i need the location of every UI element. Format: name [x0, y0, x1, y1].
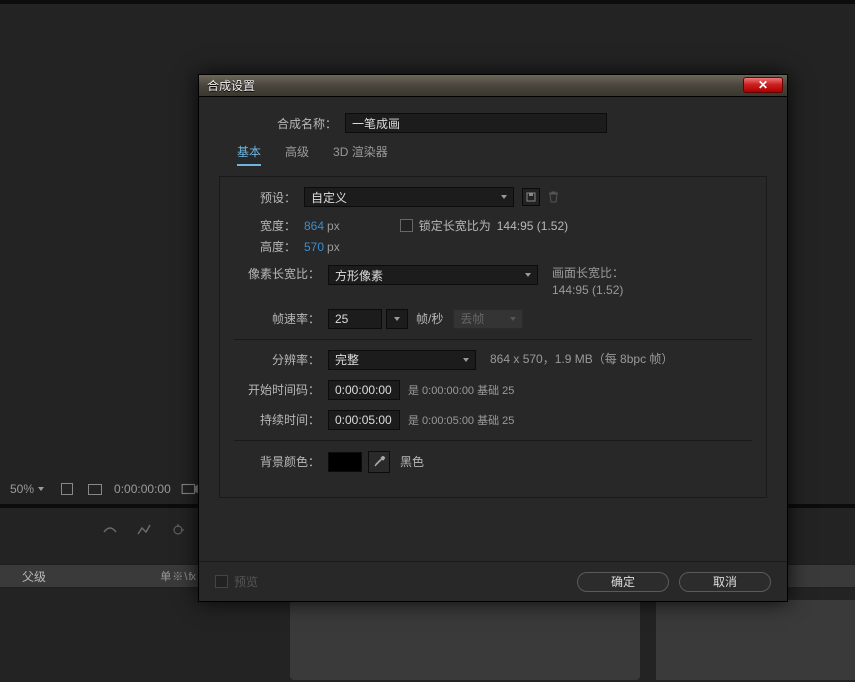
comp-name-input[interactable]	[345, 113, 607, 133]
preview-checkbox	[215, 575, 228, 588]
par-dropdown[interactable]: 方形像素	[328, 265, 538, 285]
tab-basic[interactable]: 基本	[237, 143, 261, 166]
tab-bar: 基本 高级 3D 渲染器	[237, 143, 767, 166]
bgcolor-name: 黑色	[400, 453, 424, 470]
shy-icon[interactable]	[102, 522, 118, 541]
motion-blur-icon[interactable]	[170, 522, 186, 541]
resolution-value: 完整	[335, 351, 359, 368]
height-label: 高度：	[234, 238, 304, 255]
start-timecode-input[interactable]	[328, 380, 400, 400]
lock-aspect-checkbox[interactable]	[400, 219, 413, 232]
tab-advanced[interactable]: 高级	[285, 143, 309, 166]
delete-preset-button[interactable]	[544, 188, 562, 206]
resolution-label: 分辨率：	[234, 351, 328, 368]
eyedropper-button[interactable]	[368, 451, 390, 473]
preset-label: 预设：	[234, 189, 304, 206]
frame-aspect-value: 144:95 (1.52)	[552, 282, 624, 299]
duration-label: 持续时间：	[234, 411, 328, 428]
tab-3d-renderer[interactable]: 3D 渲染器	[333, 143, 388, 166]
chevron-down-icon	[510, 317, 516, 321]
zoom-dropdown[interactable]: 50%	[6, 480, 48, 498]
camera-options-icon[interactable]	[181, 480, 199, 498]
start-timecode-label: 开始时间码：	[234, 381, 328, 398]
resolution-info: 864 x 570，1.9 MB（每 8bpc 帧）	[490, 351, 673, 368]
height-unit: px	[327, 240, 340, 254]
preview-checkbox-row: 预览	[215, 573, 258, 590]
framerate-unit: 帧/秒	[416, 310, 443, 327]
separator	[234, 339, 752, 340]
frame-aspect-info: 画面长宽比： 144:95 (1.52)	[552, 265, 624, 299]
preset-dropdown[interactable]: 自定义	[304, 187, 514, 207]
duration-input[interactable]	[328, 410, 400, 430]
dialog-title: 合成设置	[207, 77, 255, 94]
graph-icon[interactable]	[136, 522, 152, 541]
chevron-down-icon	[501, 195, 507, 199]
preset-value: 自定义	[311, 189, 347, 206]
framerate-dropdown-button[interactable]	[386, 309, 408, 329]
frame-aspect-label: 画面长宽比：	[552, 265, 624, 282]
width-unit: px	[327, 219, 340, 233]
bgcolor-swatch[interactable]	[328, 452, 362, 472]
roi-icon[interactable]	[58, 480, 76, 498]
height-input[interactable]: 570	[304, 240, 324, 254]
preview-right-panel	[656, 600, 855, 680]
dialog-titlebar[interactable]: 合成设置 ✕	[199, 75, 787, 97]
close-button[interactable]: ✕	[743, 77, 783, 93]
framerate-input[interactable]	[328, 309, 382, 329]
dialog-body: 合成名称： 基本 高级 3D 渲染器 预设： 自定义	[199, 97, 787, 601]
chevron-down-icon	[394, 317, 400, 321]
preview-label: 预览	[234, 573, 258, 590]
parent-column-header[interactable]: 父级	[22, 568, 46, 585]
comp-name-label: 合成名称：	[219, 115, 345, 132]
par-label: 像素长宽比：	[234, 265, 328, 282]
composition-settings-dialog: 合成设置 ✕ 合成名称： 基本 高级 3D 渲染器 预设： 自定义	[198, 74, 788, 602]
width-input[interactable]: 864	[304, 219, 324, 233]
snapshot-icon[interactable]	[86, 480, 104, 498]
app-background: 50% 0:00:00:00 父级 单 ※ \ fx	[0, 0, 855, 682]
basic-tab-panel: 预设： 自定义 宽度： 864 px	[219, 176, 767, 498]
framerate-label: 帧速率：	[234, 310, 328, 327]
chevron-down-icon	[463, 358, 469, 362]
separator	[234, 440, 752, 441]
cancel-button[interactable]: 取消	[679, 572, 771, 592]
par-value: 方形像素	[335, 267, 383, 284]
preview-content-blob	[530, 596, 640, 636]
save-preset-button[interactable]	[522, 188, 540, 206]
width-label: 宽度：	[234, 217, 304, 234]
chevron-down-icon	[38, 487, 44, 491]
lock-aspect-ratio: 144:95 (1.52)	[497, 219, 568, 233]
ok-button[interactable]: 确定	[577, 572, 669, 592]
dialog-footer: 预览 确定 取消	[199, 561, 787, 601]
zoom-value: 50%	[10, 482, 34, 496]
chevron-down-icon	[525, 273, 531, 277]
lock-aspect-label: 锁定长宽比为	[419, 217, 491, 234]
lock-aspect-row: 锁定长宽比为 144:95 (1.52)	[400, 217, 568, 234]
resolution-dropdown[interactable]: 完整	[328, 350, 476, 370]
close-icon: ✕	[758, 79, 768, 91]
bgcolor-label: 背景颜色：	[234, 453, 328, 470]
switches-column-header[interactable]: 单 ※ \ fx	[160, 568, 195, 584]
dropframe-dropdown: 丢帧	[453, 309, 523, 329]
dropframe-value: 丢帧	[460, 310, 484, 327]
duration-aux: 是 0:00:05:00 基础 25	[408, 412, 514, 428]
current-time-display[interactable]: 0:00:00:00	[114, 482, 171, 496]
start-timecode-aux: 是 0:00:00:00 基础 25	[408, 382, 514, 398]
